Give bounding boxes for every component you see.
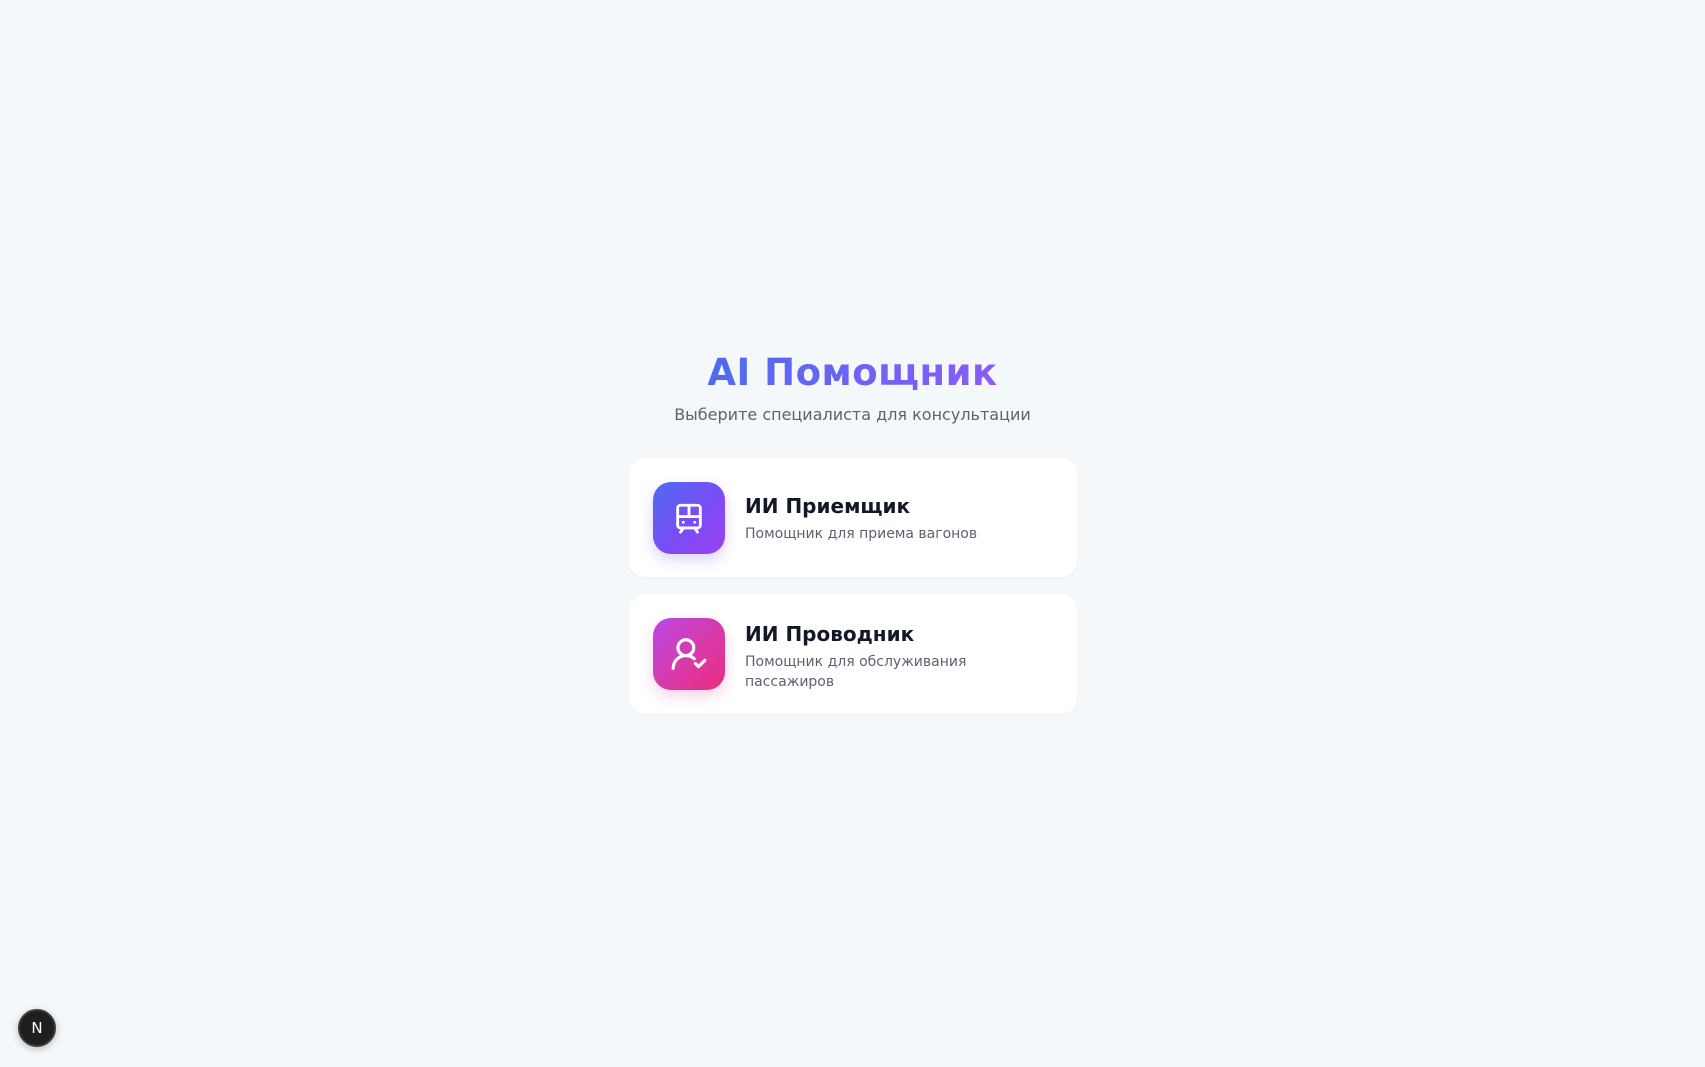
page: AI Помощник Выберите специалиста для кон… — [0, 0, 1705, 1067]
nextjs-icon[interactable]: N — [18, 1009, 56, 1047]
train-icon — [653, 482, 725, 554]
header: AI Помощник Выберите специалиста для кон… — [0, 348, 1705, 426]
card-description: Помощник для обслуживания пассажиров — [745, 654, 967, 690]
card-text: ИИ Проводник Помощник для обслуживания п… — [745, 620, 1053, 692]
card-title: ИИ Проводник — [745, 622, 915, 646]
card-text: ИИ Приемщик Помощник для приема вагонов — [745, 492, 1053, 544]
page-title: AI Помощник — [707, 348, 997, 398]
page-subtitle: Выберите специалиста для консультации — [674, 405, 1031, 424]
user-check-icon — [653, 618, 725, 690]
assistant-card-receiver[interactable]: ИИ Приемщик Помощник для приема вагонов — [629, 458, 1077, 577]
card-description: Помощник для приема вагонов — [745, 526, 978, 542]
card-title: ИИ Приемщик — [745, 494, 911, 518]
assistant-card-conductor[interactable]: ИИ Проводник Помощник для обслуживания п… — [629, 594, 1077, 714]
